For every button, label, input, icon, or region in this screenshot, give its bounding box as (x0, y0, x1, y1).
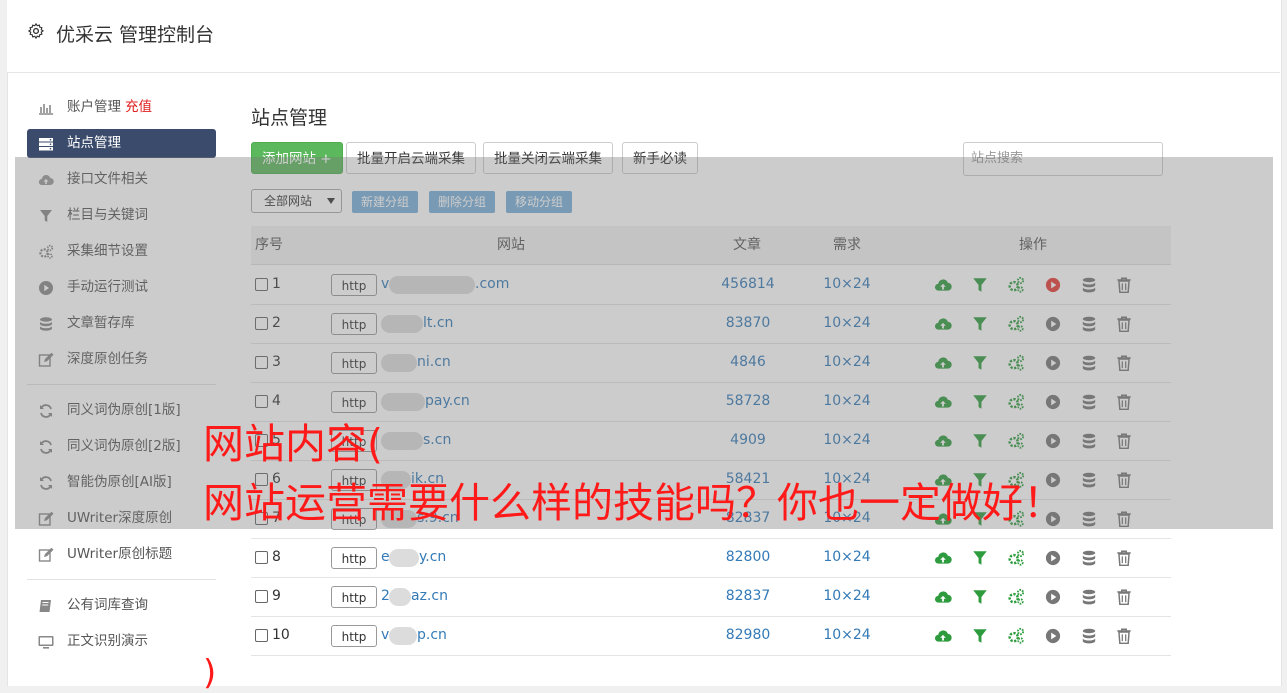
trash-icon[interactable] (1115, 627, 1133, 645)
row-checkbox[interactable] (255, 551, 268, 564)
recharge-link[interactable]: 充值 (125, 99, 152, 115)
demand-value[interactable]: 10×24 (807, 616, 887, 655)
database-icon[interactable] (1080, 627, 1098, 645)
row-index: 8 (272, 549, 281, 565)
row-checkbox[interactable] (255, 629, 268, 642)
sidebar-item-public-lexicon[interactable]: 公有词库查询 (27, 591, 216, 620)
site-domain[interactable]: p.cn (417, 616, 447, 655)
monitor-icon (38, 636, 54, 649)
row-index: 9 (272, 588, 281, 604)
sidebar-divider (27, 579, 216, 580)
demand-value[interactable]: 10×24 (807, 538, 887, 577)
redacted-domain (389, 549, 419, 567)
edit-icon (38, 547, 54, 562)
app-title: 优采云 管理控制台 (56, 24, 215, 46)
cogs-icon[interactable] (1007, 627, 1025, 645)
play-circle-icon[interactable] (1044, 549, 1062, 567)
overlay-caption-line2: 网站运营需要什么样的技能吗？你也一定做好！ (203, 479, 1064, 527)
cogs-icon[interactable] (1007, 549, 1025, 567)
redacted-domain (389, 627, 417, 645)
gear-icon[interactable] (27, 22, 45, 40)
sidebar-item-account[interactable]: 账户管理 充值 (27, 93, 216, 122)
page-title: 站点管理 (251, 107, 328, 129)
redacted-domain (389, 588, 411, 606)
cloud-upload-icon[interactable] (934, 627, 952, 645)
sidebar-item-label: 公有词库查询 (67, 597, 148, 613)
protocol-badge[interactable]: http (331, 586, 377, 608)
book-icon (39, 600, 51, 612)
sidebar-item-label: UWriter原创标题 (67, 546, 173, 562)
row-checkbox[interactable] (255, 590, 268, 603)
trash-icon[interactable] (1115, 588, 1133, 606)
article-count[interactable]: 82980 (698, 616, 798, 655)
play-circle-icon[interactable] (1044, 588, 1062, 606)
database-icon[interactable] (1080, 588, 1098, 606)
table-row: 8 http e y.cn 82800 10×24 (251, 538, 1171, 578)
play-circle-icon[interactable] (1044, 627, 1062, 645)
row-index: 10 (272, 627, 290, 643)
overlay-caption-line3: ) (203, 653, 217, 693)
sidebar-item-label: 账户管理 (67, 99, 121, 115)
filter-icon[interactable] (971, 588, 989, 606)
server-icon (39, 138, 53, 151)
gray-overlay (15, 157, 1273, 529)
filter-icon[interactable] (971, 549, 989, 567)
sidebar-item-text-recognition[interactable]: 正文识别演示 (27, 627, 216, 656)
trash-icon[interactable] (1115, 549, 1133, 567)
top-header: 优采云 管理控制台 (7, 0, 1280, 73)
protocol-badge[interactable]: http (331, 547, 377, 569)
sidebar-item-uwriter-title[interactable]: UWriter原创标题 (27, 540, 216, 569)
protocol-badge[interactable]: http (331, 625, 377, 647)
cloud-upload-icon[interactable] (934, 549, 952, 567)
sidebar-item-label: 正文识别演示 (67, 633, 148, 649)
article-count[interactable]: 82800 (698, 538, 798, 577)
bar-chart-icon (39, 104, 53, 115)
table-row: 9 http 2 az.cn 82837 10×24 (251, 577, 1171, 617)
database-icon[interactable] (1080, 549, 1098, 567)
cloud-upload-icon[interactable] (934, 588, 952, 606)
overlay-caption-line1: 网站内容( (203, 420, 383, 468)
sidebar-item-sites[interactable]: 站点管理 (27, 129, 216, 158)
article-count[interactable]: 82837 (698, 577, 798, 616)
site-domain[interactable]: az.cn (411, 577, 448, 616)
sidebar-item-label: 站点管理 (67, 135, 121, 151)
demand-value[interactable]: 10×24 (807, 577, 887, 616)
filter-icon[interactable] (971, 627, 989, 645)
table-row: 10 http v p.cn 82980 10×24 (251, 616, 1171, 656)
site-domain[interactable]: y.cn (419, 538, 446, 577)
cogs-icon[interactable] (1007, 588, 1025, 606)
